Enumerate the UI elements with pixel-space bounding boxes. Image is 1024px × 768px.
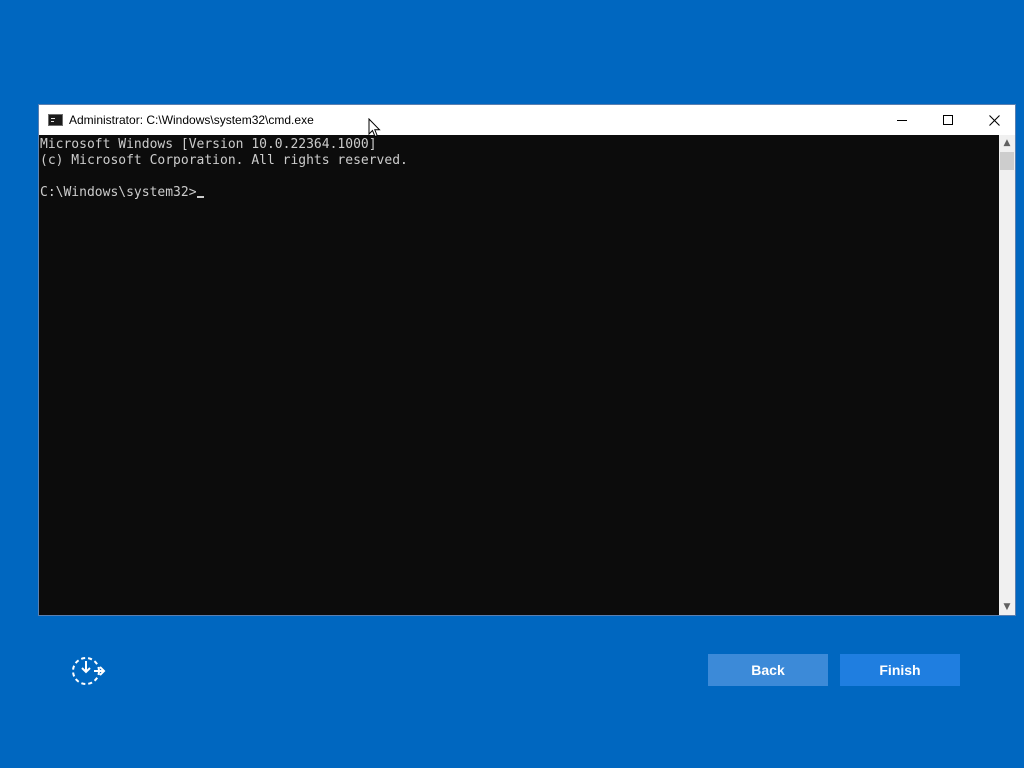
- back-button[interactable]: Back: [708, 654, 828, 686]
- console-line: (c) Microsoft Corporation. All rights re…: [40, 153, 408, 168]
- accessibility-icon[interactable]: [70, 655, 106, 687]
- scroll-thumb[interactable]: [1000, 152, 1014, 170]
- cmd-window[interactable]: Administrator: C:\Windows\system32\cmd.e…: [38, 104, 1016, 616]
- close-icon: [989, 115, 1000, 126]
- console-output[interactable]: Microsoft Windows [Version 10.0.22364.10…: [39, 135, 999, 615]
- console-app-icon[interactable]: [48, 114, 63, 126]
- prompt-text: C:\Windows\system32>: [40, 185, 197, 200]
- console-line: Microsoft Windows [Version 10.0.22364.10…: [40, 137, 377, 152]
- prompt-line[interactable]: C:\Windows\system32>: [40, 185, 999, 201]
- finish-button[interactable]: Finish: [840, 654, 960, 686]
- mouse-pointer-icon: [368, 118, 381, 138]
- vertical-scrollbar[interactable]: ▲ ▼: [999, 135, 1015, 615]
- maximize-button[interactable]: [925, 105, 971, 135]
- scroll-up-button[interactable]: ▲: [999, 135, 1015, 151]
- minimize-button[interactable]: [879, 105, 925, 135]
- window-title: Administrator: C:\Windows\system32\cmd.e…: [69, 113, 314, 127]
- close-button[interactable]: [971, 105, 1017, 135]
- window-titlebar[interactable]: Administrator: C:\Windows\system32\cmd.e…: [39, 105, 1015, 135]
- scroll-down-button[interactable]: ▼: [999, 599, 1015, 615]
- text-cursor: [196, 196, 204, 198]
